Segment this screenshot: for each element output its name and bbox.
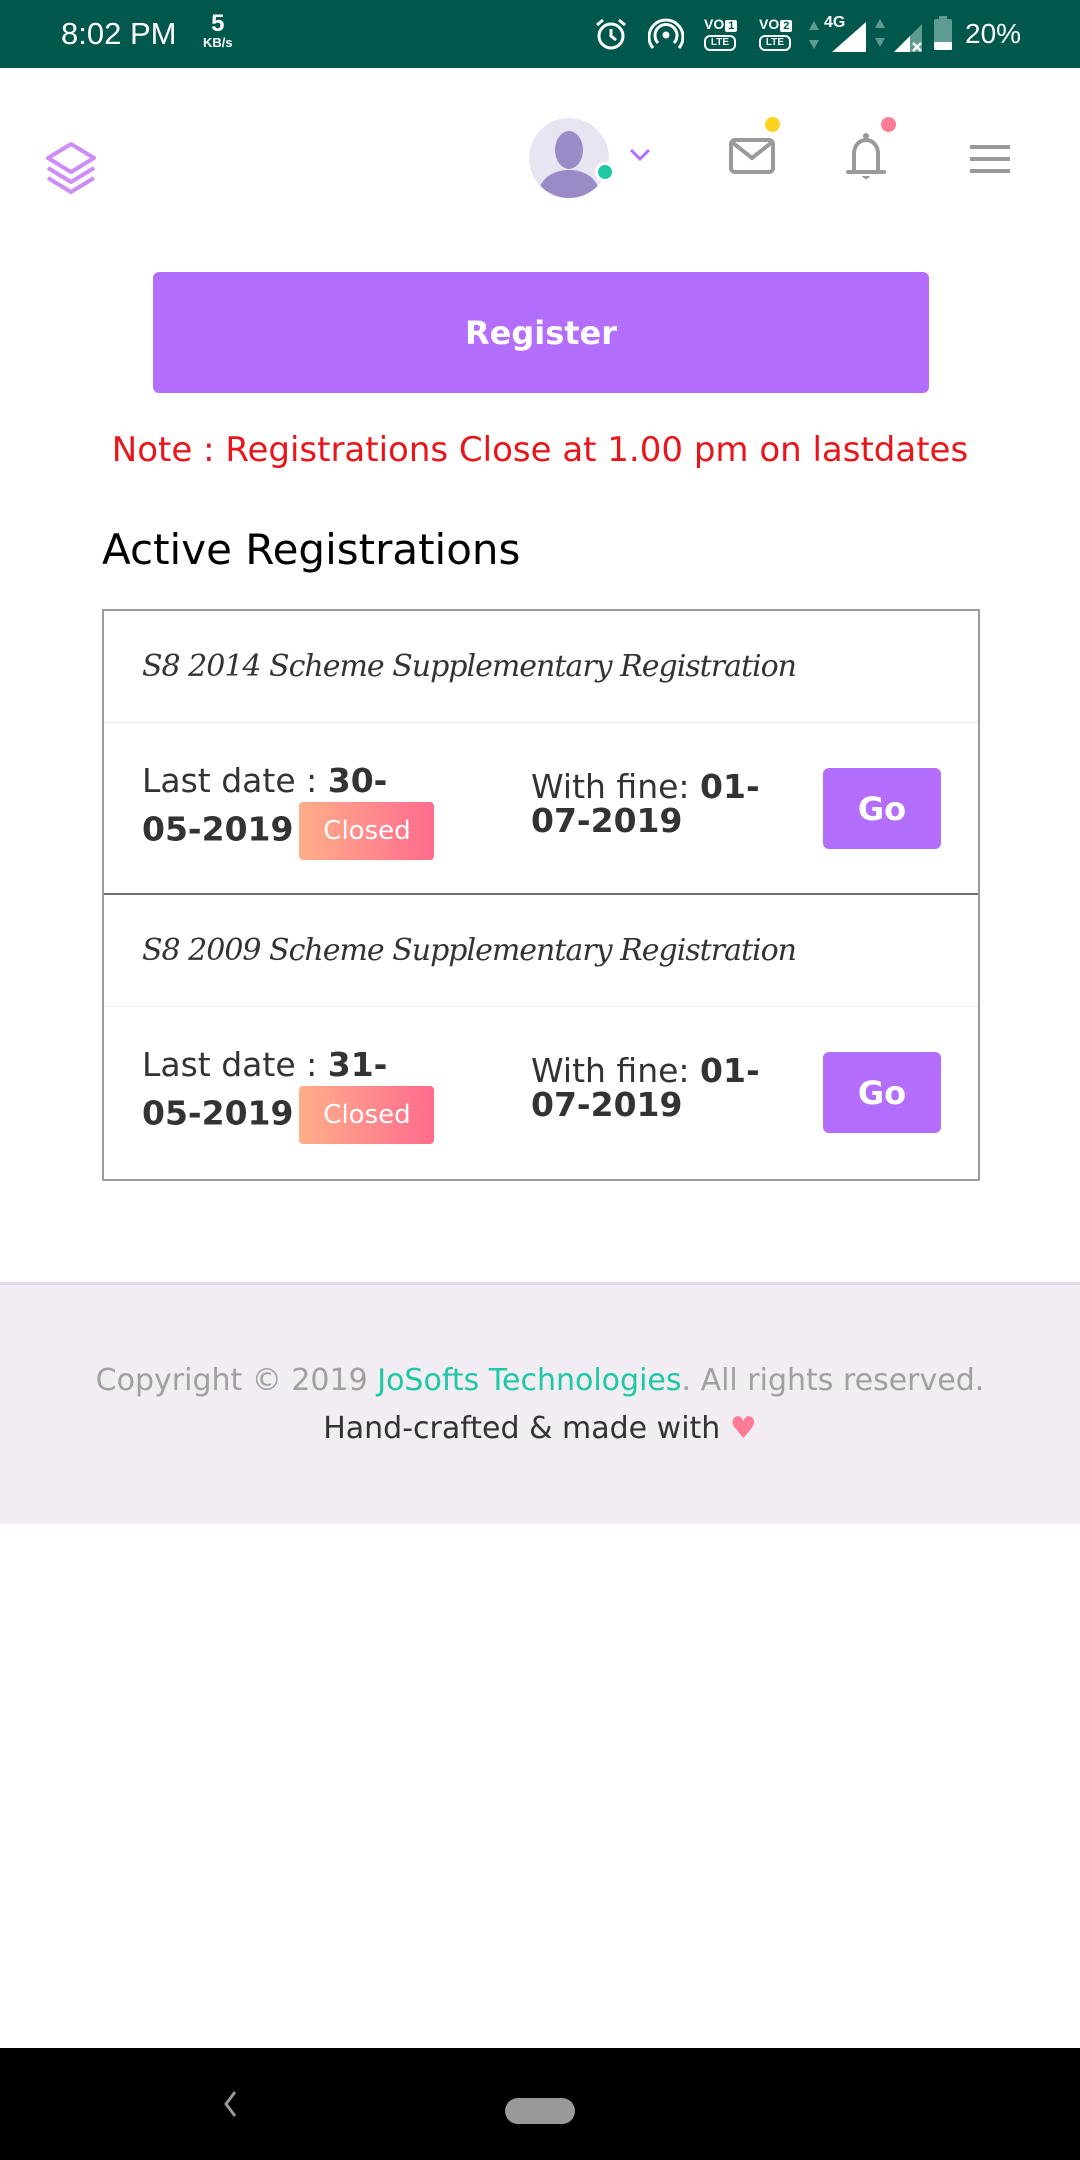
section-title: Active Registrations <box>102 525 521 574</box>
with-fine: With fine: 01-07-2019 <box>531 1054 771 1122</box>
brand-link[interactable]: JoSofts Technologies <box>377 1363 681 1398</box>
last-date: Last date : 31-05-2019 Closed <box>142 1043 442 1144</box>
last-date-label: Last date : <box>142 761 328 800</box>
menu-line <box>970 169 1010 173</box>
registration-detail-row: Last date : 31-05-2019 Closed With fine: … <box>104 1007 978 1179</box>
registration-name: S8 2014 Scheme Supplementary Registratio… <box>142 649 797 684</box>
registrations-table: S8 2014 Scheme Supplementary Registratio… <box>102 609 980 1181</box>
sim2-lte: LTE <box>759 35 791 51</box>
home-pill-icon[interactable] <box>505 2098 575 2124</box>
menu-icon[interactable] <box>970 145 1010 173</box>
chevron-down-icon[interactable] <box>629 148 651 162</box>
registration-detail-row: Last date : 30-05-2019 Closed With fine: … <box>104 723 978 895</box>
mail-icon[interactable] <box>729 138 775 174</box>
back-icon[interactable] <box>222 2090 238 2118</box>
sim2-number: 2 <box>780 20 793 32</box>
copyright: Copyright © 2019 JoSofts Technologies. A… <box>0 1363 1080 1398</box>
app-header <box>0 68 1080 248</box>
bell-icon[interactable] <box>846 132 886 182</box>
menu-line <box>970 145 1010 149</box>
system-nav-bar <box>0 2048 1080 2160</box>
status-badge: Closed <box>299 1086 435 1144</box>
signal-no-service-icon <box>894 24 922 52</box>
registration-name-row: S8 2014 Scheme Supplementary Registratio… <box>104 611 978 723</box>
register-button[interactable]: Register <box>153 272 929 393</box>
with-fine: With fine: 01-07-2019 <box>531 770 771 838</box>
sim1-lte: LTE <box>704 35 736 51</box>
network-speed-unit: KB/s <box>203 35 233 50</box>
crafted-text: Hand-crafted & made with ♥ <box>0 1411 1080 1446</box>
sim2-label: VO <box>759 16 780 32</box>
volte-sim2-icon: VO 2 LTE <box>759 16 799 52</box>
battery-icon <box>934 16 952 50</box>
status-badge: Closed <box>299 802 435 860</box>
menu-line <box>970 157 1010 161</box>
registration-name-row: S8 2009 Scheme Supplementary Registratio… <box>104 895 978 1007</box>
mail-badge <box>765 117 780 132</box>
heart-icon: ♥ <box>729 1411 757 1446</box>
data-arrows-2-icon <box>875 19 885 47</box>
data-arrows-icon <box>809 21 819 49</box>
signal-bars-icon <box>832 22 866 52</box>
last-date: Last date : 30-05-2019 Closed <box>142 759 442 860</box>
hotspot-icon <box>648 18 684 49</box>
sim1-label: VO <box>704 16 725 32</box>
user-avatar-icon[interactable] <box>529 118 609 198</box>
copyright-prefix: Copyright © 2019 <box>95 1363 378 1398</box>
alarm-icon <box>596 18 626 50</box>
network-speed-value: 5 <box>211 10 225 37</box>
status-bar: 8:02 PM 5 KB/s VO 1 LTE VO 2 LTE 4G 20% <box>0 0 1080 68</box>
footer: Copyright © 2019 JoSofts Technologies. A… <box>0 1282 1080 1524</box>
registration-note: Note : Registrations Close at 1.00 pm on… <box>111 430 969 470</box>
bell-badge <box>881 117 896 132</box>
online-status-dot <box>595 162 615 182</box>
user-silhouette-icon <box>537 131 601 198</box>
registration-name: S8 2009 Scheme Supplementary Registratio… <box>142 933 797 968</box>
sim1-number: 1 <box>725 20 738 32</box>
status-time: 8:02 PM <box>61 16 177 51</box>
copyright-suffix: . All rights reserved. <box>681 1363 985 1398</box>
network-speed: 5 KB/s <box>203 10 233 50</box>
last-date-label: Last date : <box>142 1045 328 1084</box>
go-button[interactable]: Go <box>823 1052 941 1133</box>
go-button[interactable]: Go <box>823 768 941 849</box>
crafted-label: Hand-crafted & made with <box>323 1411 730 1446</box>
volte-sim1-icon: VO 1 LTE <box>704 16 744 52</box>
battery-percent: 20% <box>965 18 1022 49</box>
signal-4g-icon: 4G <box>808 14 888 56</box>
layers-icon[interactable] <box>42 138 100 196</box>
